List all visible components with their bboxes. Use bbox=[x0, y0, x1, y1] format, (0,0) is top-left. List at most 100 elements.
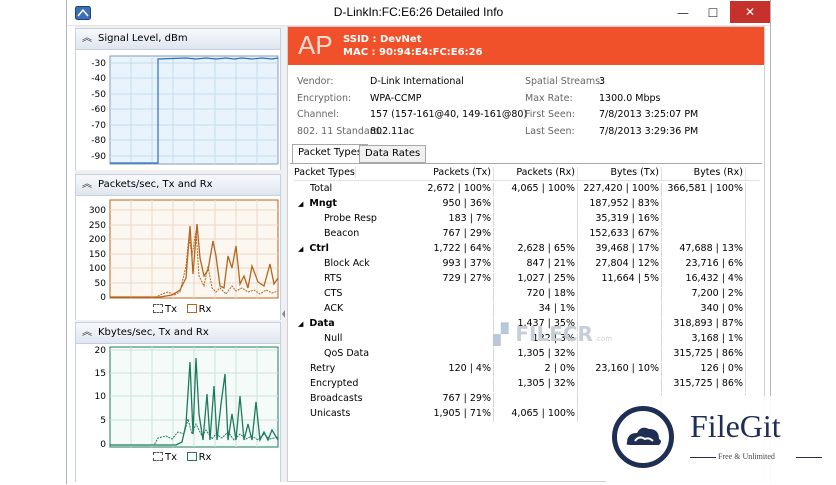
packet-type-name: Probe Resp bbox=[324, 213, 377, 224]
packet-type-name: ACK bbox=[324, 303, 343, 314]
signal-panel-header[interactable]: ︽ Signal Level, dBm bbox=[75, 28, 281, 50]
tab-data-rates[interactable]: Data Rates bbox=[359, 145, 427, 163]
packet-type-label: QoS Data bbox=[324, 348, 370, 359]
kbytes-tick: 10 bbox=[95, 392, 107, 402]
expand-triangle-icon[interactable]: ◢ bbox=[298, 200, 303, 208]
collapse-chevron-icon[interactable]: ︽ bbox=[82, 29, 92, 49]
table-row[interactable]: ◢ Ctrl 1,722 | 64% 2,628 | 65% 39,468 | 17% 4… bbox=[294, 242, 760, 257]
kbytes-panel-header[interactable]: ︽ Kbytes/sec, Tx and Rx bbox=[75, 322, 281, 344]
packet-type-label: Unicasts bbox=[310, 408, 351, 419]
ap-banner: AP SSID : DevNet MAC : 90:94:E4:FC:E6:26 bbox=[288, 27, 764, 65]
expand-triangle-icon[interactable]: ◢ bbox=[298, 245, 303, 253]
table-cell-btx bbox=[582, 303, 662, 317]
table-row[interactable]: Retry 120 | 4% 2 | 0% 23,160 | 10% 126 | 0% bbox=[294, 362, 760, 377]
channel-value: 157 (157-161@40, 149-161@80) bbox=[370, 109, 528, 120]
signal-chart-svg: -30 -40 -50 -60 -70 -80 -90 bbox=[91, 55, 279, 165]
close-button[interactable]: ✕ bbox=[730, 1, 770, 23]
tab-packet-types[interactable]: Packet Types bbox=[292, 144, 369, 164]
table-cell-btx bbox=[582, 288, 662, 302]
collapse-chevron-icon[interactable]: ︽ bbox=[82, 175, 92, 195]
column-header[interactable]: Bytes (Tx) bbox=[582, 167, 662, 181]
table-row[interactable]: Total 2,672 | 100% 4,065 | 100% 227,420 | 1… bbox=[294, 182, 760, 197]
packet-type-name: Retry bbox=[310, 363, 335, 374]
streams-label: Spatial Streams: bbox=[525, 76, 604, 87]
table-row[interactable]: ◢ Mngt 950 | 36% 187,952 | 83% bbox=[294, 197, 760, 212]
packet-type-label: Broadcasts bbox=[310, 393, 363, 404]
packet-type-label: Block Ack bbox=[324, 258, 370, 269]
firstseen-value: 7/8/2013 3:25:07 PM bbox=[599, 109, 699, 120]
window-title: D-LinkIn:FC:E6:26 Detailed Info bbox=[333, 5, 504, 19]
table-cell-prx: 1,305 | 32% bbox=[498, 378, 578, 392]
table-cell-brx: 3,168 | 1% bbox=[666, 333, 746, 347]
table-row[interactable]: QoS Data 1,305 | 32% 315,725 | 86% bbox=[294, 347, 760, 362]
table-row[interactable]: Probe Resp 183 | 7% 35,319 | 16% bbox=[294, 212, 760, 227]
table-cell-prx bbox=[498, 393, 578, 407]
signal-tick: -90 bbox=[91, 152, 106, 162]
packet-type-label: Total bbox=[310, 183, 333, 194]
tx-legend-swatch bbox=[153, 304, 163, 313]
rx-legend-swatch bbox=[186, 452, 197, 461]
ssid-label: SSID : DevNet bbox=[343, 34, 422, 45]
packet-type-name: Total bbox=[310, 183, 332, 194]
packet-type-label: Encrypted bbox=[310, 378, 359, 389]
column-header[interactable]: Packet Types bbox=[294, 167, 356, 178]
rx-legend-swatch bbox=[186, 304, 197, 313]
table-cell-prx: 2 | 0% bbox=[498, 363, 578, 377]
encryption-label: Encryption: bbox=[297, 93, 352, 104]
kbytes-tick: 20 bbox=[95, 346, 107, 356]
filecr-suffix: .com bbox=[594, 335, 613, 343]
kbytes-tick: 15 bbox=[95, 369, 106, 379]
signal-chart: -30 -40 -50 -60 -70 -80 -90 bbox=[75, 50, 281, 170]
kbytes-panel-title: Kbytes/sec, Tx and Rx bbox=[98, 327, 209, 338]
table-cell-btx: 152,633 | 67% bbox=[582, 228, 662, 242]
encryption-value: WPA-CCMP bbox=[370, 93, 422, 104]
table-row[interactable]: RTS 729 | 27% 1,027 | 25% 11,664 | 5% 16,432… bbox=[294, 272, 760, 287]
kbytes-chart: 20 15 10 5 0 Tx Rx bbox=[75, 344, 281, 482]
table-cell-prx bbox=[498, 213, 578, 227]
signal-tick: -50 bbox=[91, 90, 106, 100]
collapse-chevron-icon[interactable]: ︽ bbox=[82, 323, 92, 343]
table-cell-brx: 7,200 | 2% bbox=[666, 288, 746, 302]
packet-type-label: Beacon bbox=[324, 228, 360, 239]
signal-tick: -70 bbox=[91, 121, 106, 131]
packet-type-label: Null bbox=[324, 333, 343, 344]
table-cell-ptx: 2,672 | 100% bbox=[414, 183, 494, 197]
packets-tick: 300 bbox=[89, 206, 106, 216]
table-row[interactable]: Encrypted 1,305 | 32% 315,725 | 86% bbox=[294, 377, 760, 392]
packets-tick: 100 bbox=[89, 264, 106, 274]
table-cell-brx: 315,725 | 86% bbox=[666, 348, 746, 362]
table-cell-brx bbox=[666, 213, 746, 227]
kbytes-legend: Tx Rx bbox=[153, 452, 211, 463]
maximize-button[interactable]: ☐ bbox=[698, 1, 728, 25]
vendor-value: D-Link International bbox=[370, 76, 464, 87]
table-cell-prx: 1,027 | 25% bbox=[498, 273, 578, 287]
filecr-text: FILECR bbox=[515, 322, 593, 346]
kbytes-chart-svg: 20 15 10 5 0 bbox=[95, 346, 279, 450]
kbytes-tick: 5 bbox=[100, 416, 106, 426]
column-header[interactable]: Bytes (Rx) bbox=[666, 167, 746, 181]
packet-type-name: Block Ack bbox=[324, 258, 370, 269]
table-cell-prx bbox=[498, 228, 578, 242]
packet-type-name: CTS bbox=[324, 288, 342, 299]
table-row[interactable]: Block Ack 993 | 37% 847 | 21% 27,804 | 12% 2… bbox=[294, 257, 760, 272]
packets-tick: 0 bbox=[100, 293, 106, 302]
packet-type-name: QoS Data bbox=[324, 348, 369, 359]
table-row[interactable]: Beacon 767 | 29% 152,633 | 67% bbox=[294, 227, 760, 242]
minimize-button[interactable]: — bbox=[668, 1, 698, 25]
filegit-subtitle: Free & Unlimited bbox=[718, 452, 775, 461]
table-cell-btx bbox=[582, 378, 662, 392]
packet-type-name: Beacon bbox=[324, 228, 359, 239]
column-header[interactable]: Packets (Tx) bbox=[414, 167, 494, 181]
column-header[interactable]: Packets (Rx) bbox=[498, 167, 578, 181]
expand-triangle-icon[interactable]: ◢ bbox=[298, 320, 303, 328]
packets-tick: 200 bbox=[89, 235, 106, 245]
packet-type-name: RTS bbox=[324, 273, 342, 284]
packets-panel-header[interactable]: ︽ Packets/sec, Tx and Rx bbox=[75, 174, 281, 196]
packets-chart-svg: 300 250 200 150 100 50 0 bbox=[89, 199, 279, 303]
maxrate-value: 1300.0 Mbps bbox=[599, 93, 661, 104]
filecr-watermark: ▞ FILECR .com bbox=[493, 322, 612, 346]
table-row[interactable]: ACK 34 | 1% 340 | 0% bbox=[294, 302, 760, 317]
table-cell-prx: 4,065 | 100% bbox=[498, 183, 578, 197]
packet-type-name: ◢ Ctrl bbox=[298, 243, 329, 254]
table-row[interactable]: CTS 720 | 18% 7,200 | 2% bbox=[294, 287, 760, 302]
